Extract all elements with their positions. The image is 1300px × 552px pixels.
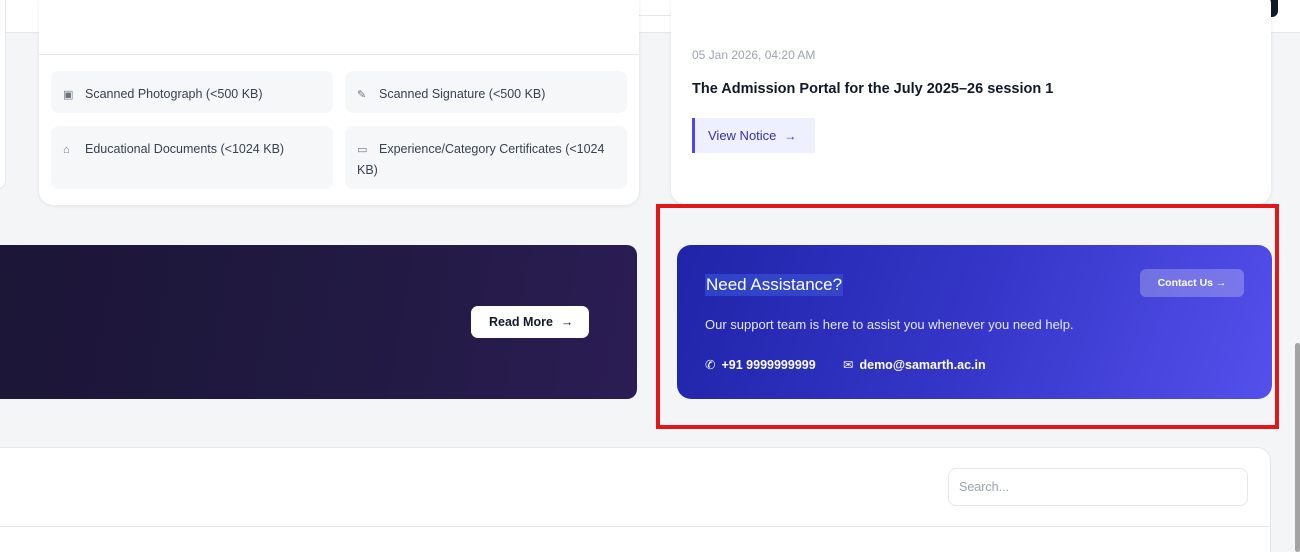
table-divider: [0, 526, 1270, 527]
contact-us-button[interactable]: Contact Us →: [1140, 269, 1244, 297]
read-more-button[interactable]: Read More →: [471, 306, 589, 338]
image-icon: ▣: [63, 89, 74, 101]
search-input[interactable]: [948, 468, 1248, 506]
document-item-signature: ✎ Scanned Signature (<500 KB): [345, 71, 627, 113]
document-label: Scanned Photograph (<500 KB): [85, 87, 263, 101]
documents-card: ▣ Scanned Photograph (<500 KB) ✎ Scanned S…: [39, 0, 639, 205]
read-more-label: Read More: [489, 315, 553, 329]
mail-icon: ✉: [843, 358, 854, 372]
document-item-photograph: ▣ Scanned Photograph (<500 KB): [51, 71, 333, 113]
support-phone[interactable]: ✆ +91 9999999999: [705, 357, 816, 372]
table-card: [0, 447, 1271, 552]
id-card-icon: ▭: [357, 144, 368, 156]
email-address: demo@samarth.ac.in: [859, 358, 986, 372]
notice-title: The Admission Portal for the July 2025–2…: [692, 81, 1054, 97]
phone-icon: ✆: [705, 358, 716, 372]
pen-icon: ✎: [357, 89, 367, 101]
view-notice-button[interactable]: View Notice →: [692, 118, 815, 153]
graduation-cap-icon: ⌂: [63, 144, 70, 156]
scrollbar-thumb[interactable]: [1295, 343, 1300, 552]
notice-card: 05 Jan 2026, 04:20 AM The Admission Port…: [671, 0, 1271, 204]
arrow-right-icon: →: [560, 315, 574, 329]
assistance-description: Our support team is here to assist you w…: [705, 317, 1074, 332]
arrow-right-icon: →: [784, 129, 797, 143]
view-notice-label: View Notice: [708, 128, 777, 143]
left-edge-card: [0, 0, 6, 190]
card-divider: [39, 54, 639, 55]
notice-date: 05 Jan 2026, 04:20 AM: [692, 48, 816, 62]
support-email[interactable]: ✉ demo@samarth.ac.in: [843, 357, 986, 372]
document-item-educational: ⌂ Educational Documents (<1024 KB): [51, 126, 333, 189]
document-label: Experience/Category Certificates (<1024 …: [357, 142, 605, 177]
document-item-certificates: ▭ Experience/Category Certificates (<1024…: [345, 126, 627, 189]
assistance-card: Need Assistance? Contact Us → Our suppor…: [677, 245, 1272, 399]
assistance-title: Need Assistance?: [705, 274, 844, 296]
document-label: Educational Documents (<1024 KB): [85, 142, 285, 156]
document-label: Scanned Signature (<500 KB): [379, 87, 546, 101]
phone-number: +91 9999999999: [721, 358, 816, 372]
